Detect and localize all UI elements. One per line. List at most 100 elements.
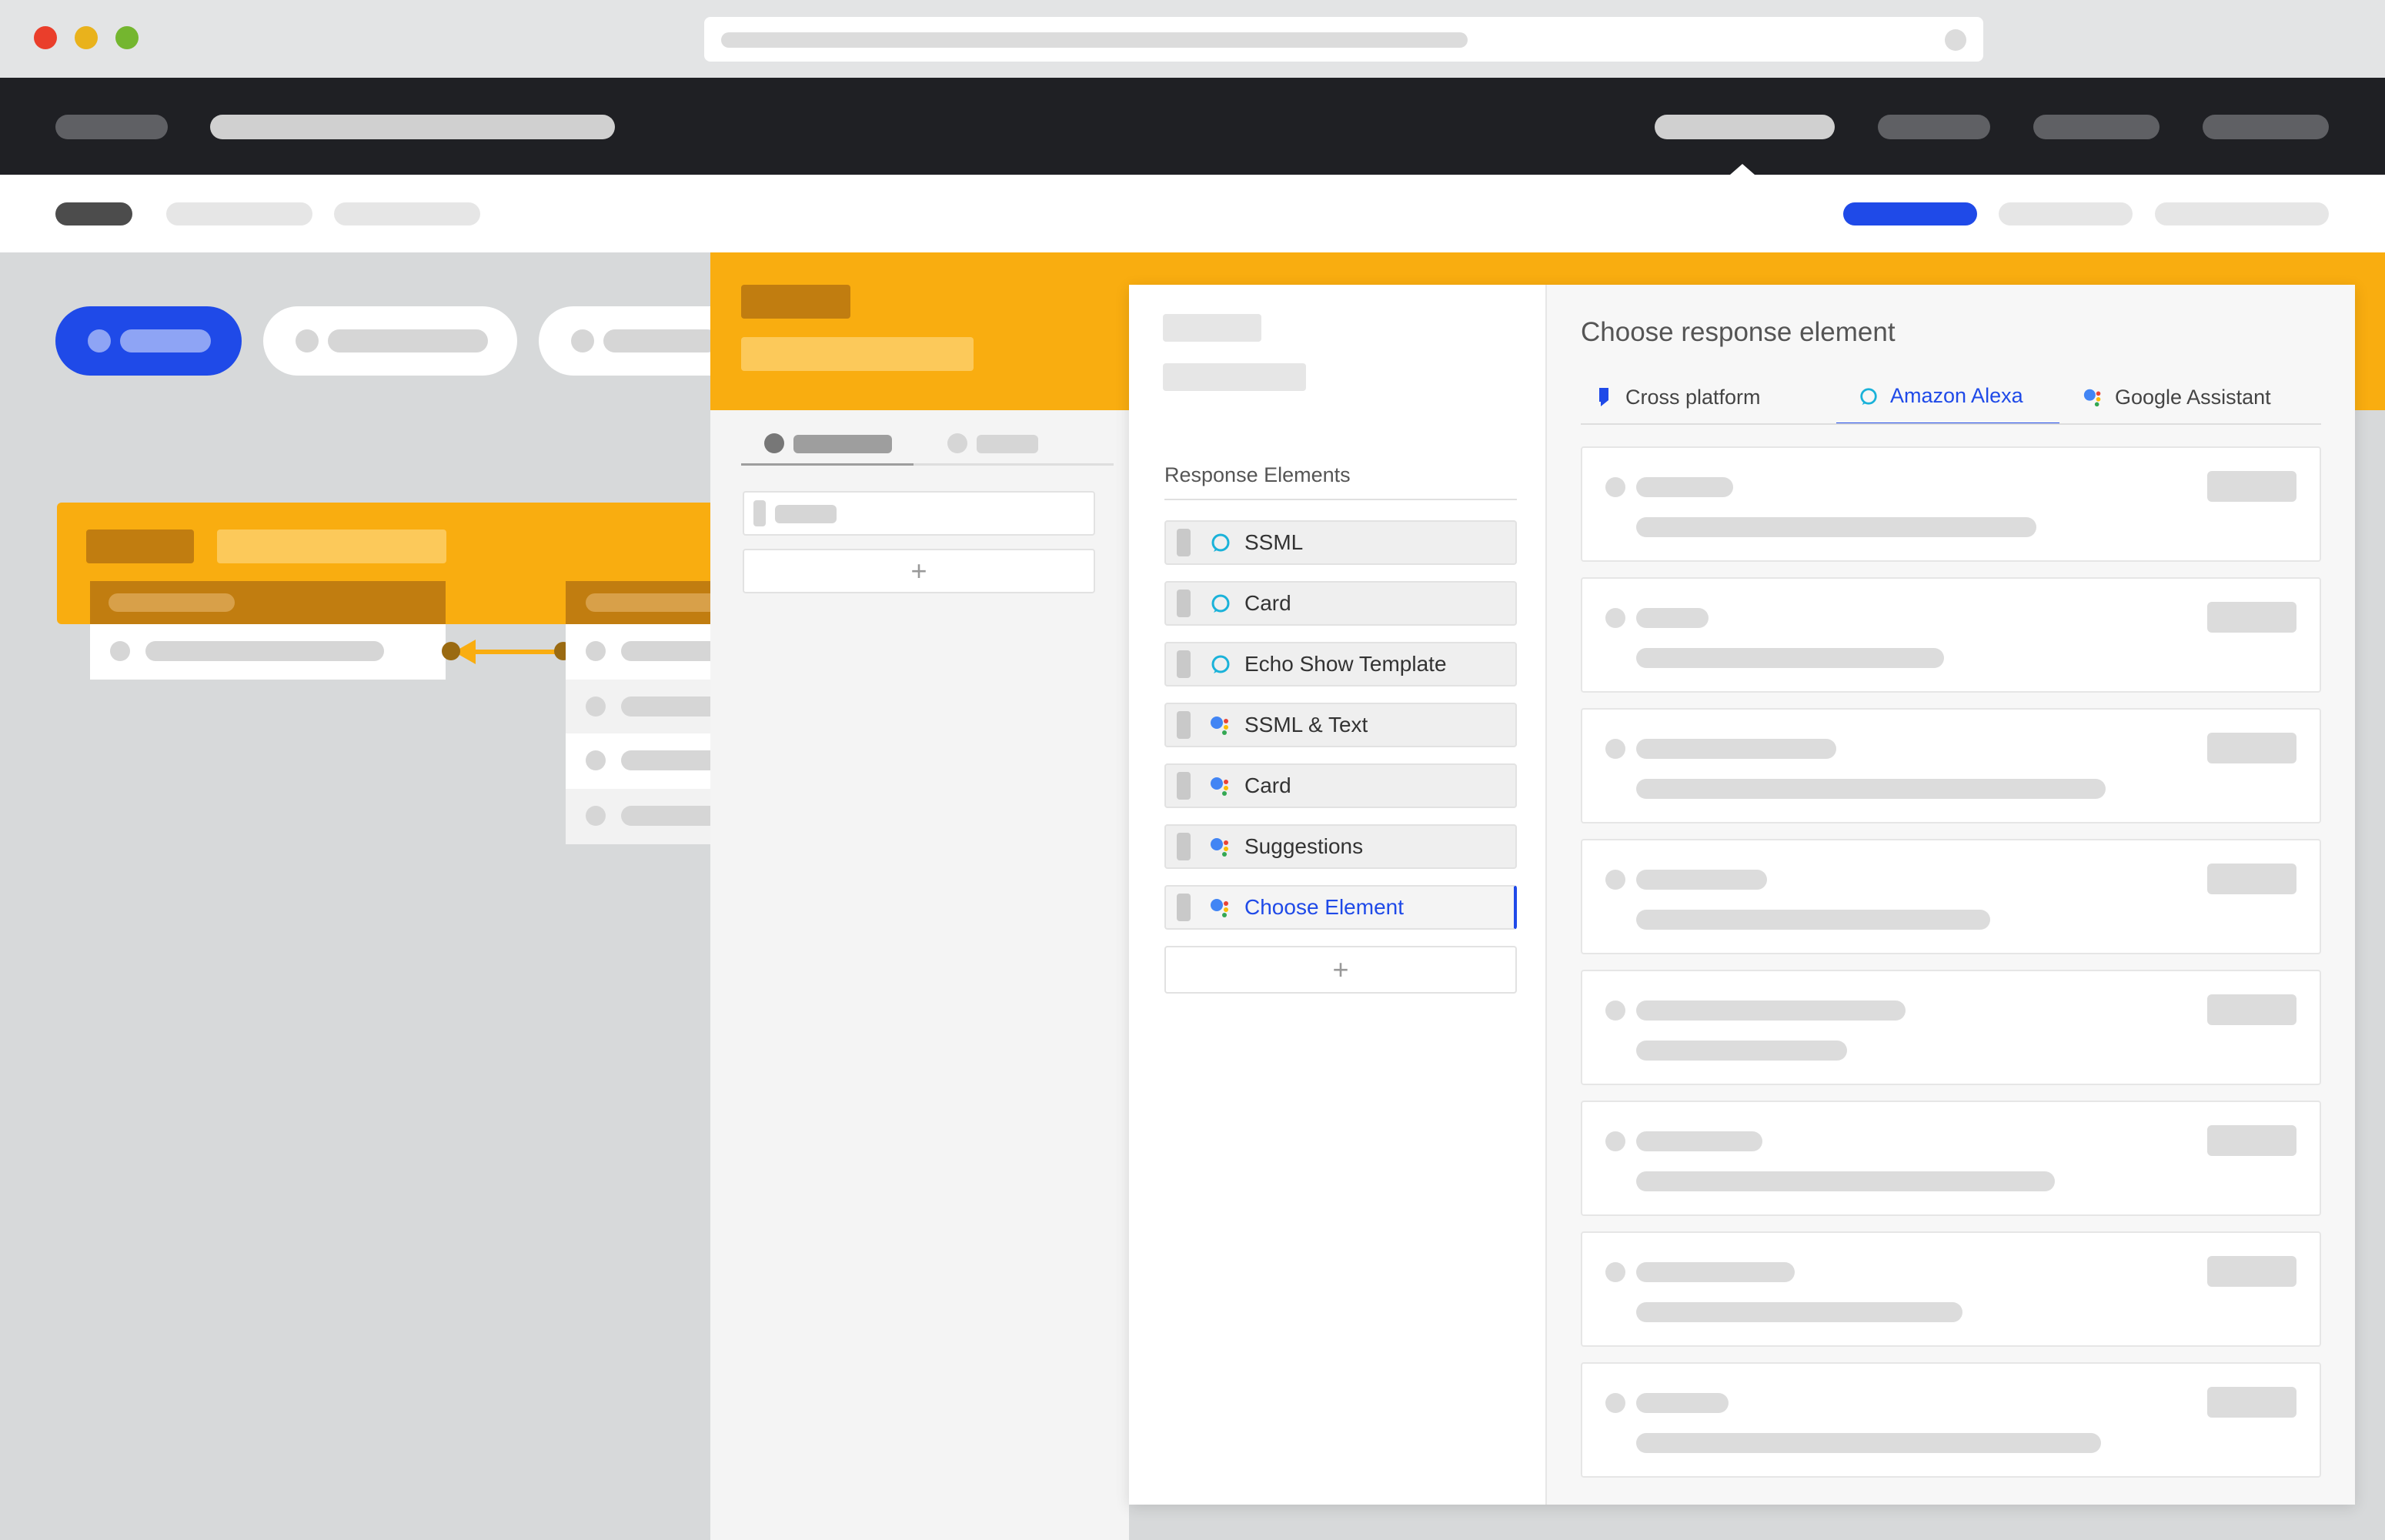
option-add-button[interactable] xyxy=(2207,733,2296,763)
canvas-filter[interactable] xyxy=(263,306,517,376)
drag-handle[interactable] xyxy=(1177,894,1191,921)
canvas-filter[interactable] xyxy=(539,306,739,376)
element-option-card[interactable] xyxy=(1581,446,2321,562)
google-assistant-icon xyxy=(1209,713,1232,737)
cross-platform-icon xyxy=(1593,386,1615,408)
secondary-action-button[interactable] xyxy=(1999,202,2133,225)
row-dot xyxy=(586,806,606,826)
project-title xyxy=(210,115,615,139)
row-label xyxy=(621,641,710,661)
element-option-card[interactable] xyxy=(1581,839,2321,954)
canvas-filter-active[interactable] xyxy=(55,306,242,376)
option-add-button[interactable] xyxy=(2207,1387,2296,1418)
element-label: SSML xyxy=(1244,530,1304,554)
response-element-choose-element[interactable]: Choose Element xyxy=(1164,885,1517,930)
list-item[interactable] xyxy=(743,491,1095,536)
tabs-divider xyxy=(1581,423,2321,425)
tab-dot xyxy=(764,433,784,453)
filter-label xyxy=(603,329,719,352)
drag-handle[interactable] xyxy=(753,500,766,526)
drag-handle[interactable] xyxy=(1177,529,1191,556)
element-option-card[interactable] xyxy=(1581,1231,2321,1347)
option-title xyxy=(1636,608,1709,628)
tab-active[interactable] xyxy=(741,423,914,466)
sub-navigation xyxy=(0,175,2385,252)
tab-label: Amazon Alexa xyxy=(1890,384,2023,407)
nav-item[interactable] xyxy=(2033,115,2160,139)
logo[interactable] xyxy=(55,115,168,139)
subnav-item[interactable] xyxy=(334,202,480,225)
block-row[interactable] xyxy=(566,680,710,733)
panel-value-placeholder xyxy=(1163,363,1306,391)
address-bar[interactable] xyxy=(704,17,1983,62)
maximize-window-icon[interactable] xyxy=(115,26,139,49)
element-option-card[interactable] xyxy=(1581,970,2321,1085)
response-element-suggestions[interactable]: Suggestions xyxy=(1164,824,1517,869)
nav-item[interactable] xyxy=(1878,115,1990,139)
option-add-button[interactable] xyxy=(2207,864,2296,894)
element-option-card[interactable] xyxy=(1581,708,2321,823)
tab-label: Google Assistant xyxy=(2115,385,2271,409)
drag-handle[interactable] xyxy=(1177,590,1191,617)
subnav-item[interactable] xyxy=(166,202,312,225)
top-navigation xyxy=(0,78,2385,175)
drag-handle[interactable] xyxy=(1177,711,1191,739)
add-response-element-button[interactable]: + xyxy=(1164,946,1517,994)
choose-element-title: Choose response element xyxy=(1581,317,1896,347)
option-add-button[interactable] xyxy=(2207,471,2296,502)
response-element-google-card[interactable]: Card xyxy=(1164,763,1517,808)
element-label: Card xyxy=(1244,591,1291,615)
block-row[interactable] xyxy=(566,789,710,844)
tab-label xyxy=(793,435,892,453)
alexa-icon xyxy=(1209,653,1232,676)
primary-action-button[interactable] xyxy=(1843,202,1977,225)
panel-label-placeholder xyxy=(1163,314,1261,342)
option-title xyxy=(1636,1393,1729,1413)
option-add-button[interactable] xyxy=(2207,994,2296,1025)
google-assistant-icon xyxy=(1209,835,1232,858)
tab-amazon-alexa[interactable]: Amazon Alexa xyxy=(1836,369,2059,425)
tab-google-assistant[interactable]: Google Assistant xyxy=(2083,369,2329,425)
option-description xyxy=(1636,1302,1962,1322)
option-dot xyxy=(1605,477,1625,497)
response-element-ssml[interactable]: SSML xyxy=(1164,520,1517,565)
element-option-card[interactable] xyxy=(1581,577,2321,693)
flow-block[interactable] xyxy=(566,581,710,844)
close-window-icon[interactable] xyxy=(34,26,57,49)
option-add-button[interactable] xyxy=(2207,1125,2296,1156)
option-add-button[interactable] xyxy=(2207,1256,2296,1287)
option-title xyxy=(1636,1262,1795,1282)
secondary-action-button[interactable] xyxy=(2155,202,2329,225)
connector-start-dot[interactable] xyxy=(442,642,460,660)
response-element-echo-show-template[interactable]: Echo Show Template xyxy=(1164,642,1517,686)
minimize-window-icon[interactable] xyxy=(75,26,98,49)
drag-handle[interactable] xyxy=(1177,772,1191,800)
detail-tag xyxy=(741,285,850,319)
option-title xyxy=(1636,870,1767,890)
drag-handle[interactable] xyxy=(1177,650,1191,678)
response-element-card[interactable]: Card xyxy=(1164,581,1517,626)
row-dot xyxy=(110,641,130,661)
drag-handle[interactable] xyxy=(1177,833,1191,860)
nav-item-active[interactable] xyxy=(1655,115,1835,139)
block-header xyxy=(566,581,710,624)
nav-item[interactable] xyxy=(2203,115,2329,139)
row-dot xyxy=(586,750,606,770)
divider xyxy=(1164,499,1517,500)
option-dot xyxy=(1605,1000,1625,1021)
add-item-button[interactable]: + xyxy=(743,549,1095,593)
tab[interactable] xyxy=(914,423,1114,466)
response-elements-panel: Response Elements SSML Card Echo Show Te… xyxy=(1129,285,1547,1505)
block-header xyxy=(90,581,446,624)
element-option-card[interactable] xyxy=(1581,1101,2321,1216)
subnav-item-active[interactable] xyxy=(55,202,132,225)
block-row[interactable] xyxy=(566,733,710,789)
element-option-card[interactable] xyxy=(1581,1362,2321,1478)
block-row[interactable] xyxy=(90,624,446,680)
flow-block[interactable] xyxy=(90,581,446,680)
reload-icon[interactable] xyxy=(1945,29,1966,51)
block-row[interactable] xyxy=(566,624,710,680)
response-element-ssml-text[interactable]: SSML & Text xyxy=(1164,703,1517,747)
tab-cross-platform[interactable]: Cross platform xyxy=(1593,369,1824,425)
option-add-button[interactable] xyxy=(2207,602,2296,633)
